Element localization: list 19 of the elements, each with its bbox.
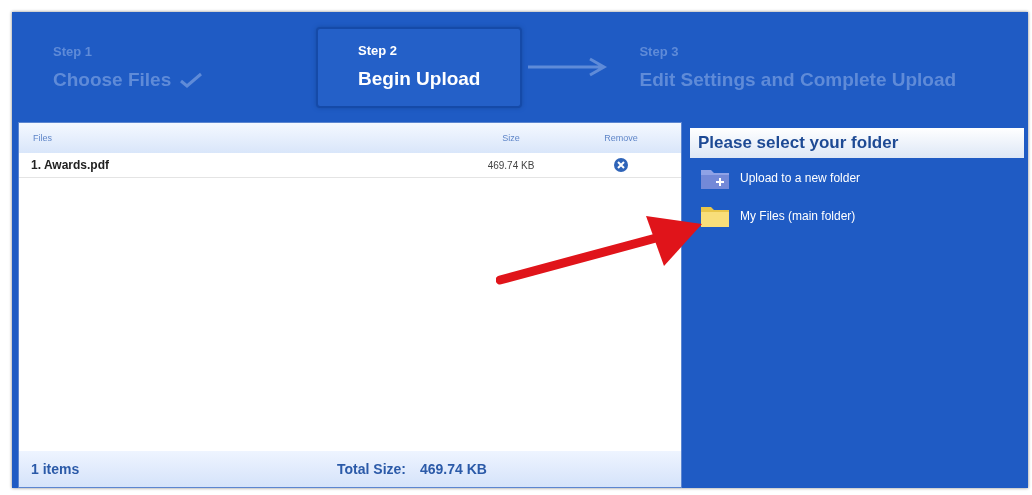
step-label: Step 1 <box>53 43 93 59</box>
remove-icon[interactable] <box>614 158 628 172</box>
step-label: Step 3 <box>639 43 680 59</box>
column-header: Remove <box>603 133 639 143</box>
item-count: 1 items <box>31 461 81 477</box>
column-header: Files <box>33 133 53 143</box>
step-title: Begin Upload <box>358 67 481 90</box>
folder-icon <box>700 204 730 228</box>
step-title: Edit Settings and Complete Upload <box>639 68 957 91</box>
total-size-label: Total Size: <box>337 461 406 477</box>
column-header: Size <box>501 133 521 143</box>
step-title: Choose Files <box>53 68 172 91</box>
file-size: 469.74 KB <box>486 159 536 171</box>
panel-title: Please select your folder <box>690 128 1024 158</box>
file-name: 1. Awards.pdf <box>31 158 111 172</box>
arrow-icon <box>528 57 609 77</box>
step-label: Step 2 <box>358 42 398 58</box>
folder-option[interactable]: Upload to a new folder <box>690 158 1028 196</box>
total-size-value: 469.74 KB <box>419 461 487 477</box>
